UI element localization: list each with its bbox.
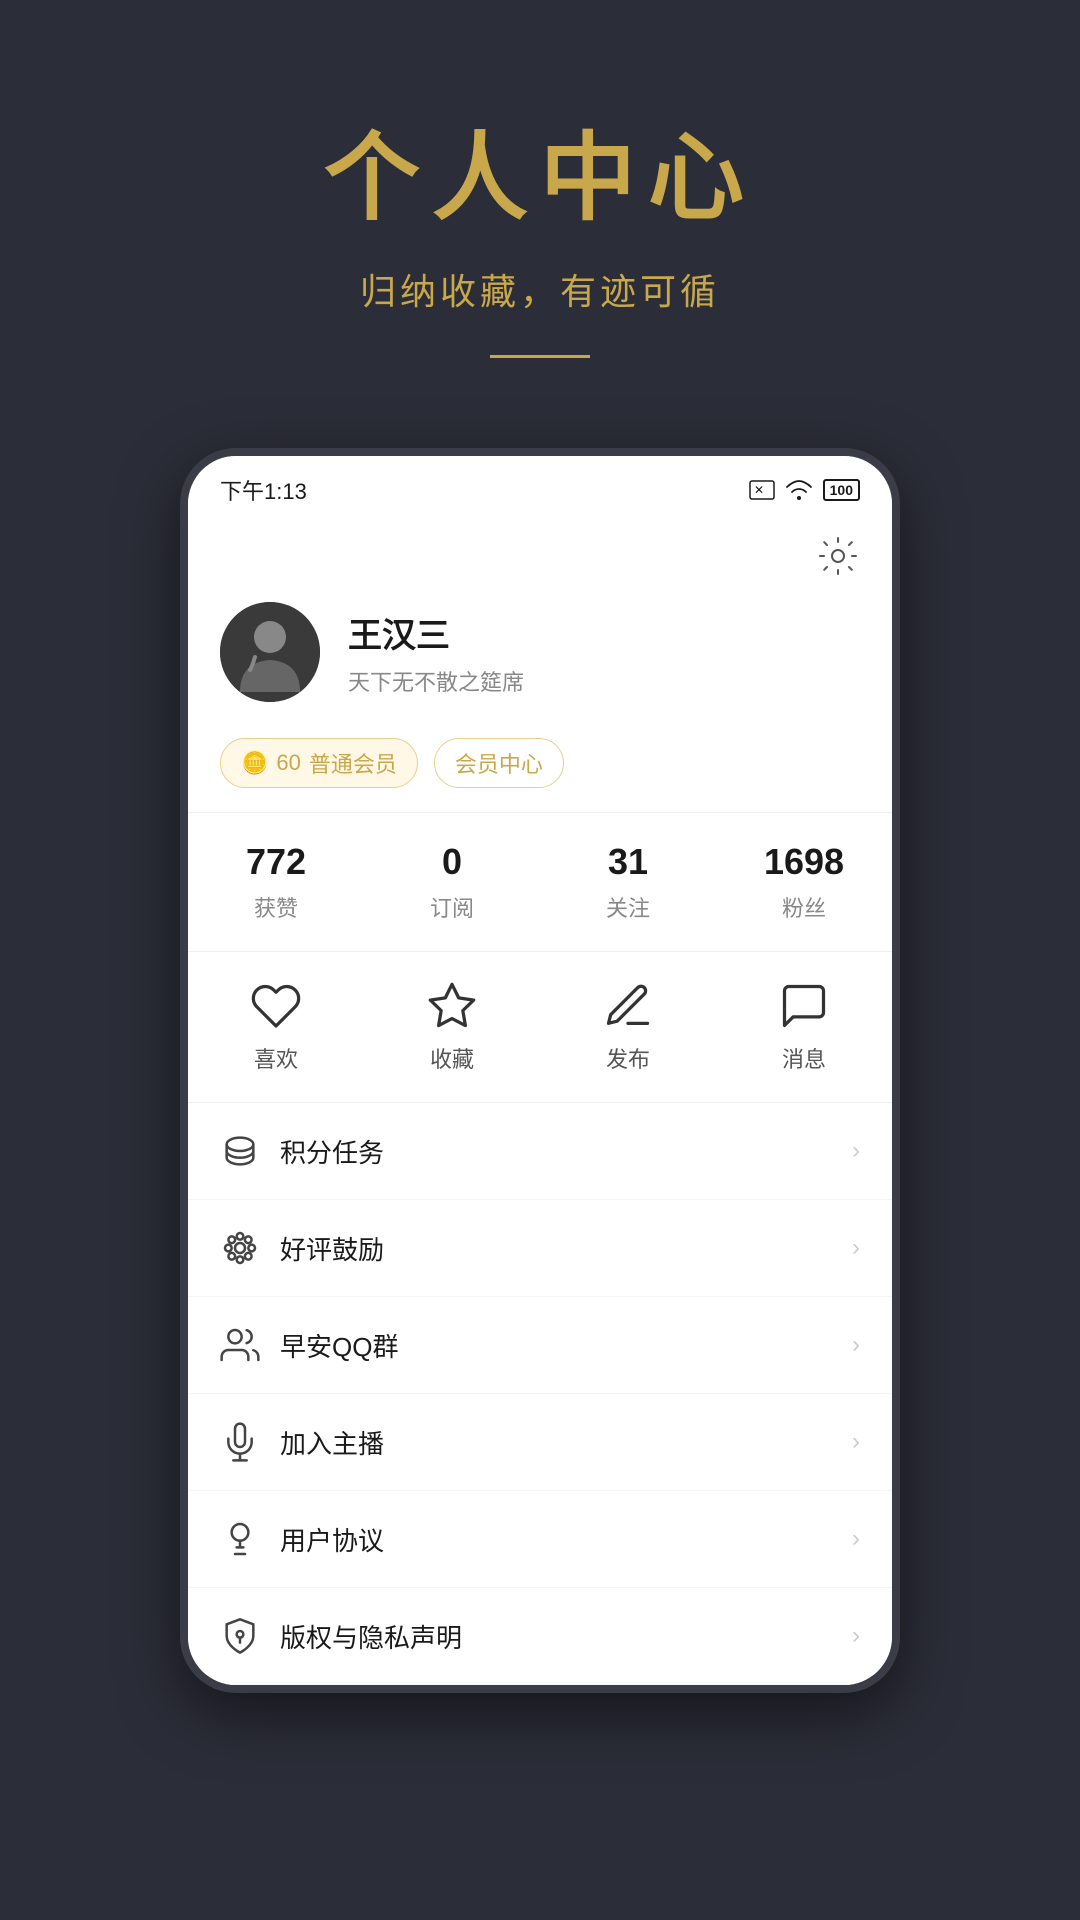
stat-label: 订阅: [364, 891, 540, 923]
stat-item[interactable]: 0 订阅: [364, 841, 540, 923]
coins-badge[interactable]: 🪙 60 普通会员: [220, 738, 418, 788]
stat-label: 关注: [540, 891, 716, 923]
flower-menu-icon: [220, 1228, 260, 1268]
action-message[interactable]: 消息: [716, 980, 892, 1074]
member-type: 普通会员: [309, 747, 397, 779]
phone-mockup: 下午1:13 ✕ 100: [180, 448, 900, 1693]
stat-label: 粉丝: [716, 891, 892, 923]
heart-icon: [250, 980, 302, 1032]
stat-item[interactable]: 31 关注: [540, 841, 716, 923]
action-label: 喜欢: [254, 1042, 298, 1074]
chevron-right-icon: ›: [852, 1234, 860, 1262]
star-icon: [426, 980, 478, 1032]
stat-number: 31: [540, 841, 716, 883]
signal-x-icon: ✕: [749, 480, 775, 500]
menu-item-group[interactable]: 早安QQ群 ›: [188, 1297, 892, 1394]
points-menu-icon: [220, 1131, 260, 1171]
wifi-icon: [785, 479, 813, 501]
action-star[interactable]: 收藏: [364, 980, 540, 1074]
chevron-right-icon: ›: [852, 1622, 860, 1650]
stat-item[interactable]: 1698 粉丝: [716, 841, 892, 923]
page-subtitle: 归纳收藏，有迹可循: [0, 263, 1080, 315]
svg-text:✕: ✕: [754, 483, 764, 497]
status-icons: ✕ 100: [749, 479, 860, 501]
edit-icon: [602, 980, 654, 1032]
menu-item-shield[interactable]: 版权与隐私声明 ›: [188, 1588, 892, 1685]
profile-name: 王汉三: [348, 608, 860, 657]
battery-icon: 100: [823, 479, 860, 501]
status-time: 下午1:13: [220, 474, 307, 506]
profile-bio: 天下无不散之筵席: [348, 665, 860, 697]
chevron-right-icon: ›: [852, 1331, 860, 1359]
divider: [490, 355, 590, 358]
menu-item-label: 积分任务: [280, 1133, 852, 1170]
menu-item-bulb[interactable]: 用户协议 ›: [188, 1491, 892, 1588]
stat-item[interactable]: 772 获赞: [188, 841, 364, 923]
group-menu-icon: [220, 1325, 260, 1365]
action-label: 发布: [606, 1042, 650, 1074]
profile-info: 王汉三 天下无不散之筵席: [348, 608, 860, 697]
action-label: 消息: [782, 1042, 826, 1074]
action-heart[interactable]: 喜欢: [188, 980, 364, 1074]
menu-item-label: 用户协议: [280, 1521, 852, 1558]
phone-screen: 下午1:13 ✕ 100: [188, 456, 892, 1685]
bulb-menu-icon: [220, 1519, 260, 1559]
menu-item-mic[interactable]: 加入主播 ›: [188, 1394, 892, 1491]
settings-icon[interactable]: [816, 534, 860, 578]
stats-row: 772 获赞 0 订阅 31 关注 1698 粉丝: [188, 812, 892, 952]
page-header: 个人中心 归纳收藏，有迹可循: [0, 0, 1080, 418]
avatar[interactable]: [220, 602, 320, 702]
stat-number: 772: [188, 841, 364, 883]
menu-item-label: 好评鼓励: [280, 1230, 852, 1267]
shield-menu-icon: [220, 1616, 260, 1656]
chevron-right-icon: ›: [852, 1428, 860, 1456]
member-center-badge[interactable]: 会员中心: [434, 738, 564, 788]
stat-number: 0: [364, 841, 540, 883]
menu-list: 积分任务 › 好评鼓励 › 早安QQ群 › 加入主播 › 用户协议 › 版权与隐…: [188, 1103, 892, 1685]
menu-item-label: 版权与隐私声明: [280, 1618, 852, 1655]
action-edit[interactable]: 发布: [540, 980, 716, 1074]
status-bar: 下午1:13 ✕ 100: [188, 456, 892, 518]
actions-row: 喜欢 收藏 发布 消息: [188, 952, 892, 1103]
coin-icon: 🪙: [241, 750, 268, 776]
chevron-right-icon: ›: [852, 1137, 860, 1165]
action-label: 收藏: [430, 1042, 474, 1074]
settings-row: [188, 518, 892, 586]
menu-item-flower[interactable]: 好评鼓励 ›: [188, 1200, 892, 1297]
page-title: 个人中心: [0, 100, 1080, 239]
profile-section: 王汉三 天下无不散之筵席 🪙 60 普通会员 会员中心: [188, 586, 892, 812]
coins-number: 60: [276, 750, 300, 776]
stat-number: 1698: [716, 841, 892, 883]
stat-label: 获赞: [188, 891, 364, 923]
menu-item-label: 加入主播: [280, 1424, 852, 1461]
chevron-right-icon: ›: [852, 1525, 860, 1553]
profile-badges: 🪙 60 普通会员 会员中心: [220, 738, 860, 788]
message-icon: [778, 980, 830, 1032]
profile-top: 王汉三 天下无不散之筵席: [220, 602, 860, 702]
member-center-label: 会员中心: [455, 747, 543, 779]
menu-item-points[interactable]: 积分任务 ›: [188, 1103, 892, 1200]
mic-menu-icon: [220, 1422, 260, 1462]
menu-item-label: 早安QQ群: [280, 1327, 852, 1364]
